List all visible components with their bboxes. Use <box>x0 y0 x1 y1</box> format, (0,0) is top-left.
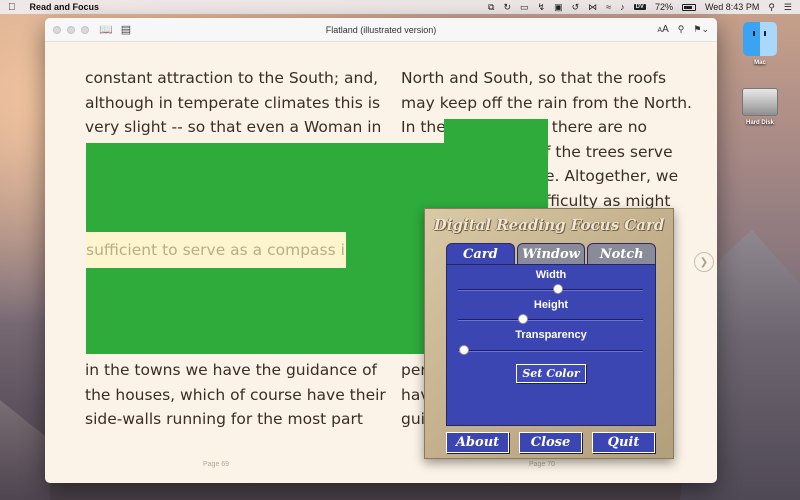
desktop-icon-hard-disk[interactable]: Hard Disk <box>735 88 785 126</box>
transparency-slider[interactable] <box>458 345 643 355</box>
focus-card-title: Digital Reading Focus Card <box>433 216 665 234</box>
close-button[interactable]: Close <box>519 432 582 453</box>
dv-icon[interactable]: DV <box>633 4 646 10</box>
left-page-text-bottom: in the towns we have the guidance of the… <box>85 358 386 432</box>
library-icon[interactable]: 📖 <box>99 23 113 36</box>
tab-window[interactable]: Window <box>516 243 586 265</box>
table-of-contents-icon[interactable]: ▤ <box>121 23 131 36</box>
chevron-right-icon: ❯ <box>699 256 709 268</box>
width-label: Width <box>535 269 567 281</box>
text-line: may keep off the rain from the North. <box>401 93 692 112</box>
desktop-icon-label: Mac <box>754 60 766 66</box>
time-machine-icon[interactable]: ↺ <box>572 2 580 13</box>
title-bar: 📖 ▤ Flatland (illustrated version) AA ⚲ … <box>45 18 717 42</box>
height-slider-knob[interactable] <box>517 314 528 324</box>
search-icon[interactable]: ⚲ <box>768 2 775 13</box>
sync-icon[interactable]: ↻ <box>503 2 511 13</box>
set-color-button[interactable]: Set Color <box>516 364 586 383</box>
search-icon[interactable]: ⚲ <box>678 24 685 35</box>
desktop-icon-mac[interactable]: Mac <box>735 22 785 66</box>
text-line: North and South, so that the roofs <box>401 69 667 87</box>
window-controls <box>53 25 89 34</box>
airplay-icon[interactable]: ▭ <box>520 2 529 13</box>
dropbox-icon[interactable]: ⧉ <box>488 2 494 13</box>
quit-button[interactable]: Quit <box>592 432 655 453</box>
tab-notch[interactable]: Notch <box>587 243 657 265</box>
close-window-button[interactable] <box>53 25 61 34</box>
zoom-window-button[interactable] <box>81 25 89 34</box>
desktop-icon-label: Hard Disk <box>745 120 774 126</box>
apple-menu-icon[interactable]:  <box>8 2 16 13</box>
height-label: Height <box>533 299 569 311</box>
minimize-window-button[interactable] <box>67 25 75 34</box>
text-line: in the towns we have the guidance of <box>85 361 378 379</box>
next-page-button[interactable]: ❯ <box>694 252 714 272</box>
transparency-label: Transparency <box>515 329 587 341</box>
about-button[interactable]: About <box>446 432 509 453</box>
width-slider[interactable] <box>458 284 643 294</box>
transparency-slider-knob[interactable] <box>458 345 469 355</box>
book-title: Flatland (illustrated version) <box>325 24 437 35</box>
menu-extras: ⧉ ↻ ▭ ↯ ▣ ↺ ⋈ ≈ ♪ DV 72% Wed 8:43 PM ⚲ ☰ <box>488 2 792 13</box>
card-settings-panel: Width Height Transparency Set Color <box>446 264 656 426</box>
right-page-number: Page 70 <box>529 461 556 468</box>
lock-icon[interactable]: ▣ <box>554 2 563 13</box>
focus-reading-strip: sufficient to serve as a compass in <box>86 232 346 268</box>
focus-card-tabs: Card Window Notch <box>446 243 657 265</box>
menu-bar:  Read and Focus ⧉ ↻ ▭ ↯ ▣ ↺ ⋈ ≈ ♪ DV 72… <box>0 0 800 14</box>
app-menu-name[interactable]: Read and Focus <box>30 2 100 12</box>
battery-icon[interactable] <box>681 3 696 11</box>
volume-icon[interactable]: ♪ <box>620 2 625 12</box>
font-size-button[interactable]: AA <box>657 24 668 35</box>
bookmark-icon[interactable]: ⚑⌄ <box>693 24 709 35</box>
notification-center-icon[interactable]: ☰ <box>784 2 792 13</box>
bluetooth-icon[interactable]: ⋈ <box>588 2 597 13</box>
text-line: the houses, which of course have their <box>85 385 386 404</box>
left-page-number: Page 69 <box>203 461 230 468</box>
desktop-wallpaper-rock <box>0 400 50 500</box>
pin-icon[interactable]: ↯ <box>538 2 546 13</box>
finder-icon <box>743 22 777 56</box>
text-line: constant attraction to the South; and, <box>85 69 379 87</box>
battery-percent[interactable]: 72% <box>655 2 673 12</box>
focus-card-panel: Digital Reading Focus Card Card Window N… <box>424 208 674 459</box>
text-line: very slight -- so that even a Woman in <box>85 118 382 136</box>
focus-mask-top <box>444 119 548 144</box>
height-slider[interactable] <box>458 314 643 324</box>
wifi-icon[interactable]: ≈ <box>606 2 611 12</box>
text-line: side-walls running for the most part <box>85 410 363 428</box>
text-line: although in temperate climates this is <box>85 93 381 112</box>
tab-card[interactable]: Card <box>446 243 515 265</box>
left-page-text: constant attraction to the South; and, a… <box>85 66 382 140</box>
clock[interactable]: Wed 8:43 PM <box>705 2 759 12</box>
width-slider-knob[interactable] <box>552 284 563 294</box>
hard-disk-icon <box>742 88 778 116</box>
